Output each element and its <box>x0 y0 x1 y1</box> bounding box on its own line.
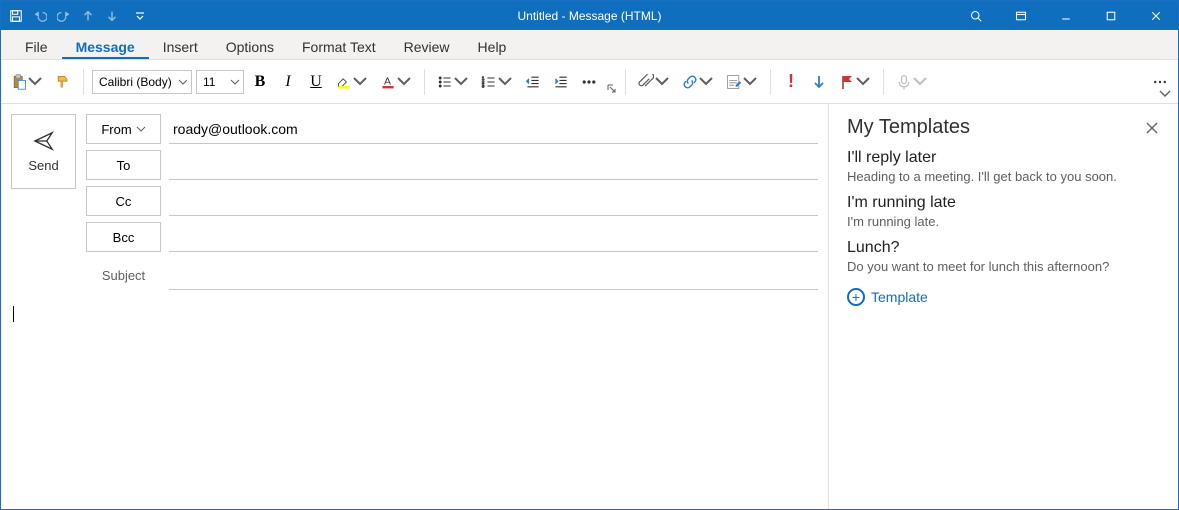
pane-title: My Templates <box>847 116 970 139</box>
redo-icon[interactable] <box>53 5 75 27</box>
minimize-icon[interactable] <box>1043 1 1088 30</box>
add-template-label: Template <box>871 289 928 305</box>
next-item-icon[interactable] <box>101 5 123 27</box>
send-label: Send <box>28 158 58 173</box>
font-color-button[interactable]: A <box>376 68 416 96</box>
font-size-select[interactable]: 11 <box>196 70 244 94</box>
numbering-button[interactable]: 123 <box>477 68 517 96</box>
tab-insert[interactable]: Insert <box>149 33 212 59</box>
paragraph-dialog-launcher-icon[interactable] <box>607 84 617 94</box>
paste-button[interactable] <box>7 68 47 96</box>
ribbon-tabs: File Message Insert Options Format Text … <box>1 30 1178 60</box>
search-icon[interactable] <box>953 1 998 30</box>
tab-help[interactable]: Help <box>464 33 521 59</box>
collapse-ribbon-icon[interactable] <box>1158 87 1172 101</box>
template-item[interactable]: I'll reply later Heading to a meeting. I… <box>847 149 1160 184</box>
tab-message[interactable]: Message <box>62 33 149 59</box>
template-item[interactable]: I'm running late I'm running late. <box>847 194 1160 229</box>
chevron-down-icon <box>136 124 146 134</box>
underline-button[interactable]: U <box>304 68 328 96</box>
quick-access-toolbar <box>1 5 145 27</box>
increase-indent-button[interactable] <box>549 68 573 96</box>
importance-low-button[interactable] <box>807 68 831 96</box>
window-controls <box>953 1 1178 30</box>
bcc-field[interactable] <box>169 222 818 252</box>
add-template-button[interactable]: + Template <box>847 288 1160 306</box>
template-title: Lunch? <box>847 239 1160 257</box>
template-item[interactable]: Lunch? Do you want to meet for lunch thi… <box>847 239 1160 274</box>
qat-customize-icon[interactable] <box>135 5 145 27</box>
font-size-value: 11 <box>203 75 215 89</box>
decrease-indent-button[interactable] <box>521 68 545 96</box>
more-paragraph-button[interactable] <box>577 68 601 96</box>
chevron-down-icon <box>230 77 240 87</box>
format-painter-icon[interactable] <box>51 68 75 96</box>
plus-icon: + <box>847 288 865 306</box>
ribbon-mode-icon[interactable] <box>998 1 1043 30</box>
previous-item-icon[interactable] <box>77 5 99 27</box>
tab-format-text[interactable]: Format Text <box>288 33 390 59</box>
to-picker-button[interactable]: To <box>86 150 161 180</box>
message-body[interactable] <box>11 304 818 509</box>
cc-picker-button[interactable]: Cc <box>86 186 161 216</box>
cc-field[interactable] <box>169 186 818 216</box>
dictate-button[interactable] <box>892 68 932 96</box>
bcc-picker-button[interactable]: Bcc <box>86 222 161 252</box>
importance-high-button[interactable]: ! <box>779 68 803 96</box>
subject-label: Subject <box>86 268 161 283</box>
attach-file-button[interactable] <box>634 68 674 96</box>
save-icon[interactable] <box>5 5 27 27</box>
send-button[interactable]: Send <box>11 114 76 189</box>
font-name-value: Calibri (Body) <box>99 75 172 89</box>
template-title: I'm running late <box>847 194 1160 212</box>
to-field[interactable] <box>169 150 818 180</box>
window-title: Untitled - Message (HTML) <box>517 9 661 23</box>
svg-text:3: 3 <box>482 83 485 89</box>
undo-icon[interactable] <box>29 5 51 27</box>
maximize-icon[interactable] <box>1088 1 1133 30</box>
ribbon: Calibri (Body) 11 B I U A 123 <box>1 60 1178 104</box>
italic-button[interactable]: I <box>276 68 300 96</box>
template-body: I'm running late. <box>847 214 1160 229</box>
from-label: From <box>101 122 131 137</box>
from-field[interactable] <box>169 114 818 144</box>
template-title: I'll reply later <box>847 149 1160 167</box>
tab-file[interactable]: File <box>11 33 62 59</box>
compose-area: Send From To Cc <box>1 104 828 509</box>
template-body: Do you want to meet for lunch this after… <box>847 259 1160 274</box>
bold-button[interactable]: B <box>248 68 272 96</box>
signature-button[interactable] <box>722 68 762 96</box>
close-icon[interactable] <box>1133 1 1178 30</box>
tab-options[interactable]: Options <box>212 33 288 59</box>
follow-up-flag-button[interactable] <box>835 68 875 96</box>
from-picker-button[interactable]: From <box>86 114 161 144</box>
bullets-button[interactable] <box>433 68 473 96</box>
title-bar: Untitled - Message (HTML) <box>1 1 1178 30</box>
template-body: Heading to a meeting. I'll get back to y… <box>847 169 1160 184</box>
templates-pane: My Templates I'll reply later Heading to… <box>828 104 1178 509</box>
chevron-down-icon <box>178 77 188 87</box>
highlight-button[interactable] <box>332 68 372 96</box>
close-pane-icon[interactable] <box>1144 120 1160 136</box>
svg-text:A: A <box>384 76 391 87</box>
font-name-select[interactable]: Calibri (Body) <box>92 70 192 94</box>
tab-review[interactable]: Review <box>390 33 464 59</box>
subject-field[interactable] <box>169 260 818 290</box>
main-area: Send From To Cc <box>1 104 1178 509</box>
link-button[interactable] <box>678 68 718 96</box>
